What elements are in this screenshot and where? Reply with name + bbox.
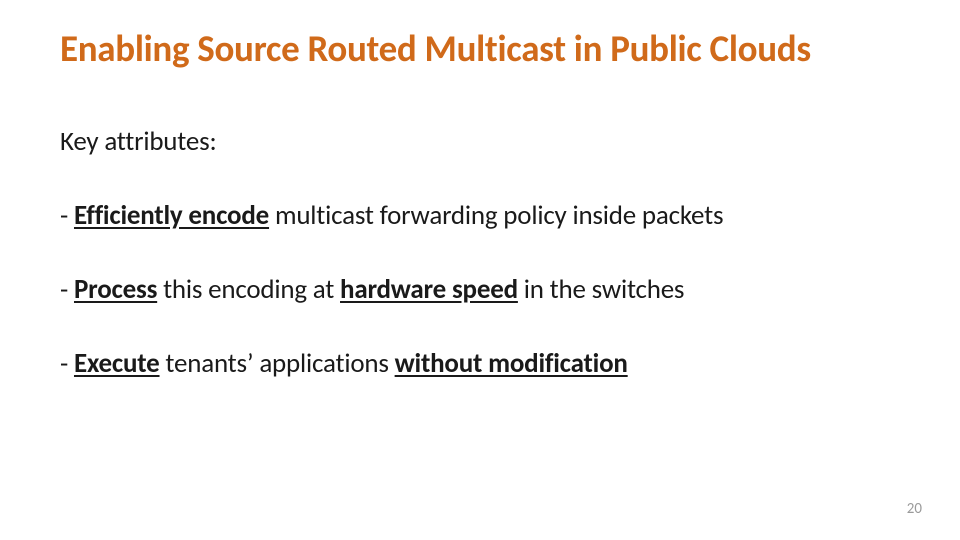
bullet-strong2: hardware speed xyxy=(340,273,518,306)
bullet-strong: Process xyxy=(74,273,157,306)
slide: Enabling Source Routed Multicast in Publ… xyxy=(0,0,960,540)
page-number: 20 xyxy=(907,500,922,518)
bullet-1: - Efficiently encode multicast forwardin… xyxy=(60,200,900,232)
bullet-strong: Efficiently encode xyxy=(74,199,269,232)
bullet-strong: Execute xyxy=(74,347,160,380)
bullet-3: - Execute tenants’ applications without … xyxy=(60,348,900,380)
bullet-mid: this encoding at xyxy=(157,273,340,306)
bullet-prefix: - xyxy=(60,273,74,306)
bullet-mid: multicast forwarding policy inside packe… xyxy=(269,199,723,232)
slide-title: Enabling Source Routed Multicast in Publ… xyxy=(60,28,900,71)
lead-text: Key attributes: xyxy=(60,125,900,158)
bullet-strong2: without modification xyxy=(395,347,628,380)
bullet-tail: in the switches xyxy=(518,273,684,306)
bullet-prefix: - xyxy=(60,347,74,380)
bullet-2: - Process this encoding at hardware spee… xyxy=(60,274,900,306)
bullet-mid: tenants’ applications xyxy=(160,347,395,380)
bullet-prefix: - xyxy=(60,199,74,232)
